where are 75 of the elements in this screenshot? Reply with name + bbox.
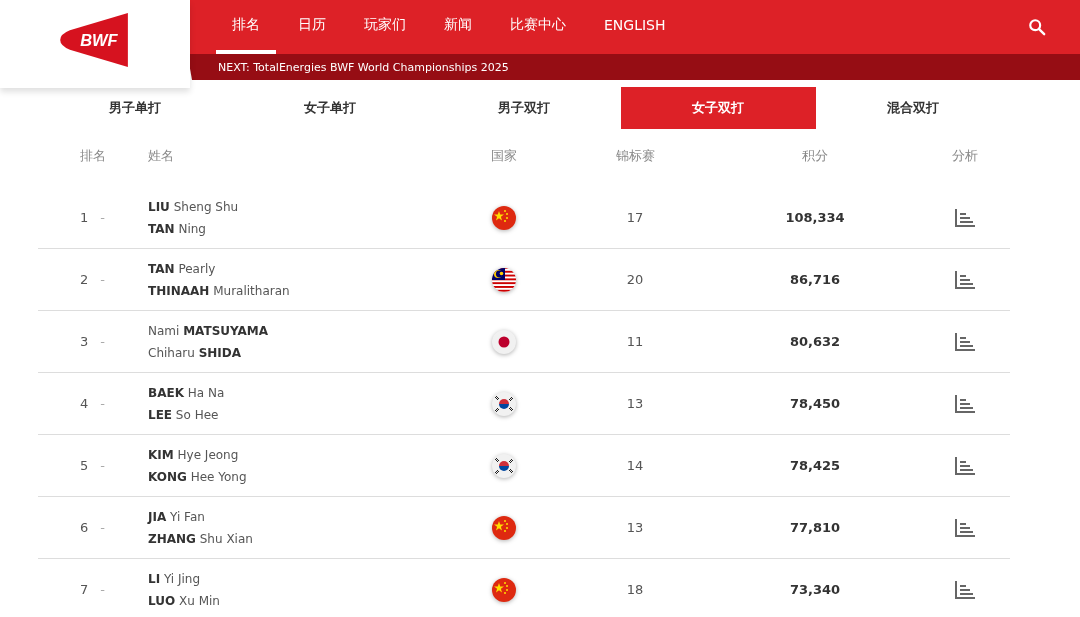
nav-link[interactable]: 玩家们 bbox=[348, 0, 422, 54]
category-tab[interactable]: 混合双打 bbox=[815, 87, 1011, 129]
chart-icon[interactable] bbox=[954, 269, 976, 290]
tournament-count: 17 bbox=[625, 210, 645, 225]
chart-icon[interactable] bbox=[954, 579, 976, 600]
bwf-logo[interactable]: BWF bbox=[59, 11, 131, 69]
column-header: 积分 bbox=[801, 147, 829, 165]
rank-change: - bbox=[100, 210, 105, 225]
player-name[interactable]: LEE So Hee bbox=[148, 407, 448, 422]
category-tab[interactable]: 女子单打 bbox=[232, 87, 427, 129]
chart-icon[interactable] bbox=[954, 455, 976, 476]
chart-icon[interactable] bbox=[954, 393, 976, 414]
flag-icon bbox=[491, 266, 517, 293]
rank-change: - bbox=[100, 396, 105, 411]
rank-number: 1 bbox=[80, 210, 89, 225]
player-name[interactable]: Chiharu SHIDA bbox=[148, 345, 448, 360]
chart-icon[interactable] bbox=[954, 207, 976, 228]
search-icon[interactable] bbox=[1028, 18, 1046, 36]
points-value: 73,340 bbox=[788, 582, 842, 597]
nav-link[interactable]: ENGLISH bbox=[588, 0, 682, 54]
player-name[interactable]: KONG Hee Yong bbox=[148, 469, 448, 484]
category-tab[interactable]: 男子单打 bbox=[38, 87, 233, 129]
rank-number: 2 bbox=[80, 272, 89, 287]
rank-number: 7 bbox=[80, 582, 89, 597]
player-name[interactable]: BAEK Ha Na bbox=[148, 385, 448, 400]
player-name[interactable]: ZHANG Shu Xian bbox=[148, 531, 448, 546]
player-name[interactable]: LIU Sheng Shu bbox=[148, 199, 448, 214]
column-header: 锦标赛 bbox=[614, 147, 656, 165]
column-header: 排名 bbox=[79, 147, 107, 165]
column-header: 国家 bbox=[490, 147, 518, 165]
tournament-count: 20 bbox=[625, 272, 645, 287]
category-tab[interactable]: 男子双打 bbox=[426, 87, 622, 129]
rank-number: 5 bbox=[80, 458, 89, 473]
flag-icon bbox=[491, 514, 517, 541]
player-name[interactable]: Nami MATSUYAMA bbox=[148, 323, 448, 338]
nav-link[interactable]: 比赛中心 bbox=[494, 0, 582, 54]
column-header: 姓名 bbox=[148, 147, 175, 165]
rank-number: 6 bbox=[80, 520, 89, 535]
column-header: 分析 bbox=[951, 147, 979, 165]
tournament-count: 13 bbox=[625, 396, 645, 411]
tournament-count: 14 bbox=[625, 458, 645, 473]
category-tab[interactable]: 女子双打 bbox=[621, 87, 816, 129]
tournament-count: 11 bbox=[625, 334, 645, 349]
next-event-link[interactable]: NEXT: TotalEnergies BWF World Championships 2025 bbox=[218, 60, 509, 74]
nav-link[interactable]: 日历 bbox=[282, 0, 342, 54]
points-value: 80,632 bbox=[788, 334, 842, 349]
player-name[interactable]: JIA Yi Fan bbox=[148, 509, 448, 524]
player-name[interactable]: LI Yi Jing bbox=[148, 571, 448, 586]
points-value: 78,425 bbox=[788, 458, 842, 473]
rank-number: 3 bbox=[80, 334, 89, 349]
player-name[interactable]: LUO Xu Min bbox=[148, 593, 448, 608]
flag-icon bbox=[491, 576, 517, 603]
rank-change: - bbox=[100, 272, 105, 287]
chart-icon[interactable] bbox=[954, 331, 976, 352]
flag-icon bbox=[491, 452, 517, 479]
player-name[interactable]: TAN Ning bbox=[148, 221, 448, 236]
points-value: 78,450 bbox=[788, 396, 842, 411]
flag-icon bbox=[491, 328, 517, 355]
chart-icon[interactable] bbox=[954, 517, 976, 538]
player-name[interactable]: TAN Pearly bbox=[148, 261, 448, 276]
rank-change: - bbox=[100, 458, 105, 473]
player-name[interactable]: KIM Hye Jeong bbox=[148, 447, 448, 462]
tournament-count: 13 bbox=[625, 520, 645, 535]
points-value: 86,716 bbox=[788, 272, 842, 287]
rank-change: - bbox=[100, 334, 105, 349]
rank-number: 4 bbox=[80, 396, 89, 411]
tournament-count: 18 bbox=[625, 582, 645, 597]
points-value: 77,810 bbox=[788, 520, 842, 535]
flag-icon bbox=[491, 390, 517, 417]
rank-change: - bbox=[100, 582, 105, 597]
nav-link[interactable]: 新闻 bbox=[428, 0, 488, 54]
points-value: 108,334 bbox=[784, 210, 846, 225]
flag-icon bbox=[491, 204, 517, 231]
rank-change: - bbox=[100, 520, 105, 535]
player-name[interactable]: THINAAH Muralitharan bbox=[148, 283, 448, 298]
